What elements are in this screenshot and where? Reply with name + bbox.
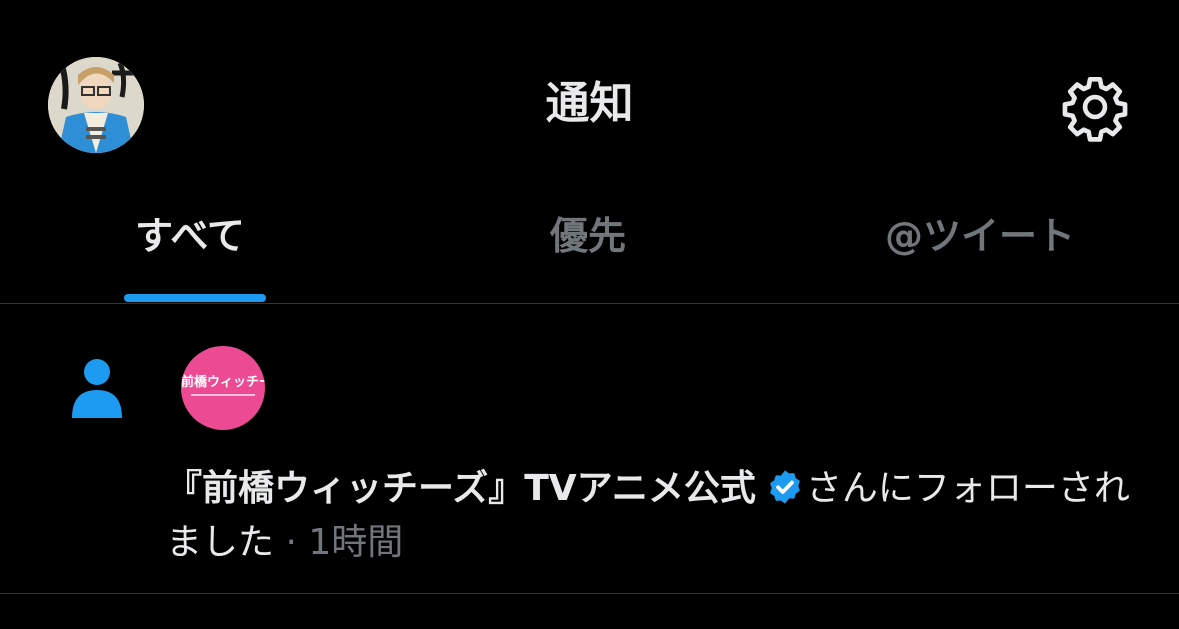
verified-badge-icon xyxy=(770,470,800,504)
notification-time: 1時間 xyxy=(308,522,404,563)
account-avatar-logo: 前橋ウィッチーズ xyxy=(181,375,265,390)
account-avatar[interactable]: 前橋ウィッチーズ xyxy=(181,346,265,430)
page-title: 通知 xyxy=(545,78,634,129)
tab-all[interactable]: すべて xyxy=(135,212,245,260)
follow-person-icon xyxy=(70,358,124,418)
notification-text: 『前橋ウィッチーズ』TVアニメ公式 さんにフォローされました · 1時間 xyxy=(166,462,1156,570)
tab-priority[interactable]: 優先 xyxy=(550,212,626,260)
notification-divider xyxy=(0,593,1179,594)
settings-button[interactable] xyxy=(1060,72,1130,142)
tabs-divider xyxy=(0,303,1179,304)
notification-tabs: すべて 優先 @ツイート xyxy=(0,196,1179,303)
active-tab-indicator xyxy=(124,294,266,302)
account-name-link[interactable]: 『前橋ウィッチーズ』TVアニメ公式 xyxy=(166,468,756,509)
notifications-screen: 通知 すべて 優先 @ツイート 前橋ウィッチーズ 『前橋ウィッチーズ』TVアニメ… xyxy=(0,0,1179,629)
gear-icon xyxy=(1062,76,1128,142)
tab-mentions[interactable]: @ツイート xyxy=(885,212,1075,260)
logo-underline xyxy=(191,394,255,396)
separator-dot: · xyxy=(274,522,309,563)
